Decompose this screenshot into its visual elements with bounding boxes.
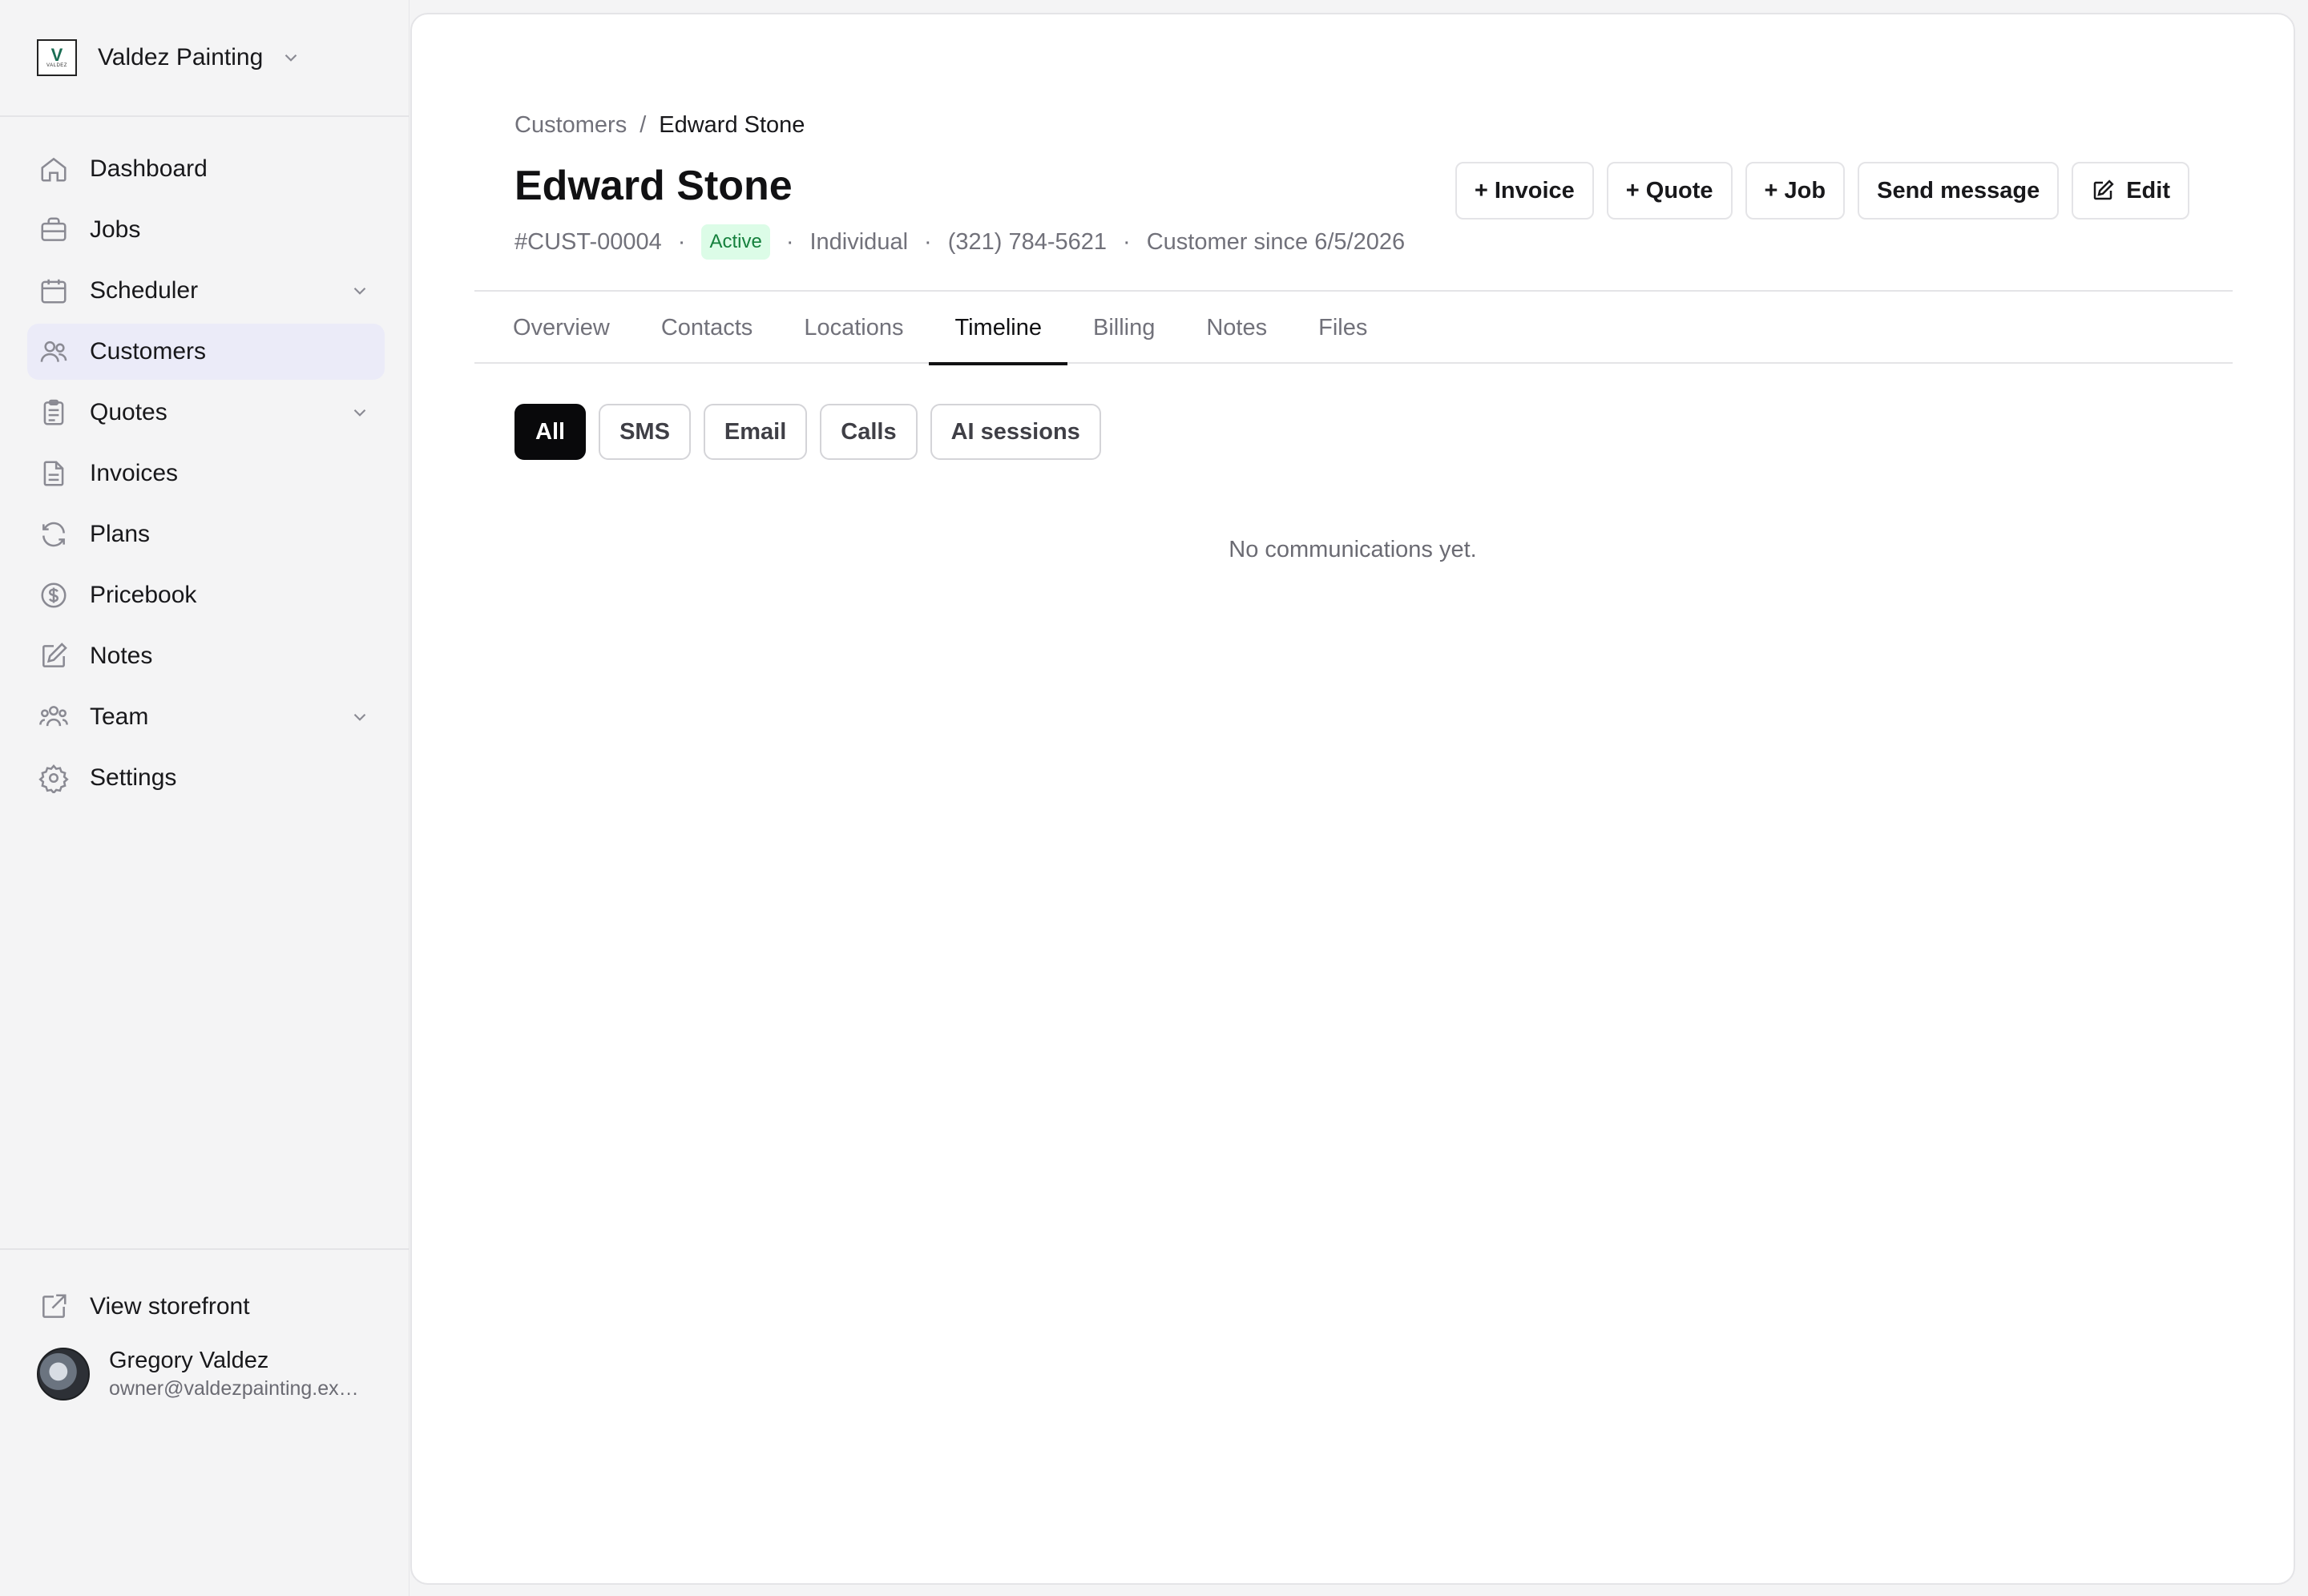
edit-icon: [38, 641, 69, 671]
chevron-down-icon: [353, 713, 366, 721]
timeline-empty-state: No communications yet.: [1229, 537, 1477, 562]
refresh-icon: [38, 519, 69, 550]
customer-tabs: Overview Contacts Locations Timeline Bil…: [474, 290, 2233, 365]
sidebar-item-label: Notes: [90, 643, 153, 669]
header-actions: + Invoice + Quote + Job Send message Edi…: [1442, 162, 2189, 220]
sidebar-item-label: Jobs: [90, 216, 141, 243]
users-icon: [38, 337, 69, 367]
add-job-button[interactable]: + Job: [1745, 162, 1846, 220]
page-title: Edward Stone: [514, 163, 793, 209]
sidebar-nav: Dashboard Jobs Scheduler Customers Quote…: [27, 141, 385, 811]
sidebar-item-label: Settings: [90, 764, 177, 791]
sidebar-item-invoices[interactable]: Invoices: [27, 445, 385, 502]
tab-notes[interactable]: Notes: [1180, 292, 1293, 364]
user-email: owner@valdezpainting.example.com: [109, 1377, 367, 1400]
sidebar-item-label: Dashboard: [90, 155, 208, 182]
org-logo: V VALDEZ: [37, 39, 77, 76]
meta-separator: ·: [924, 228, 932, 255]
meta-separator: ·: [677, 228, 686, 255]
meta-separator: ·: [1123, 228, 1131, 255]
org-logo-letter: V: [50, 45, 63, 65]
meta-separator: ·: [785, 228, 794, 255]
user-name: Gregory Valdez: [109, 1348, 269, 1373]
view-storefront-link[interactable]: View storefront: [27, 1279, 385, 1335]
sidebar-item-quotes[interactable]: Quotes: [27, 385, 385, 441]
sidebar-footer: View storefront Gregory Valdez owner@val…: [0, 1248, 410, 1596]
tab-overview[interactable]: Overview: [487, 292, 636, 364]
edit-button-label: Edit: [2126, 177, 2170, 204]
sidebar-item-notes[interactable]: Notes: [27, 628, 385, 684]
sidebar-item-label: Customers: [90, 338, 207, 365]
calendar-icon: [38, 276, 69, 306]
customer-meta: #CUST-00004 · Active · Individual · (321…: [514, 224, 1405, 260]
sidebar-item-label: Invoices: [90, 460, 179, 486]
status-badge: Active: [701, 224, 770, 260]
view-storefront-label: View storefront: [90, 1293, 250, 1320]
home-icon: [38, 154, 69, 184]
tab-billing[interactable]: Billing: [1067, 292, 1180, 364]
sidebar-item-label: Pricebook: [90, 582, 197, 608]
sidebar-item-scheduler[interactable]: Scheduler: [27, 263, 385, 319]
tab-files[interactable]: Files: [1293, 292, 1393, 364]
breadcrumb-current: Edward Stone: [659, 112, 805, 138]
chevron-down-icon: [284, 54, 297, 62]
sidebar-item-team[interactable]: Team: [27, 689, 385, 745]
breadcrumb-separator: /: [640, 112, 647, 138]
chevron-down-icon: [353, 409, 366, 417]
user-profile[interactable]: Gregory Valdez owner@valdezpainting.exam…: [37, 1348, 367, 1401]
filter-sms[interactable]: SMS: [599, 404, 691, 460]
tab-contacts[interactable]: Contacts: [636, 292, 778, 364]
team-icon: [38, 702, 69, 732]
sidebar-item-jobs[interactable]: Jobs: [27, 202, 385, 258]
document-icon: [38, 458, 69, 489]
main-panel: Customers / Edward Stone Edward Stone #C…: [410, 13, 2295, 1585]
filter-all[interactable]: All: [514, 404, 587, 460]
filter-calls[interactable]: Calls: [820, 404, 918, 460]
org-name: Valdez Painting: [98, 44, 264, 71]
customer-type: Individual: [809, 228, 909, 255]
external-link-icon: [38, 1292, 69, 1322]
sidebar-item-label: Quotes: [90, 399, 167, 425]
sidebar-item-label: Team: [90, 703, 149, 730]
timeline-filters: All SMS Email Calls AI sessions: [514, 404, 1114, 460]
sidebar-item-dashboard[interactable]: Dashboard: [27, 141, 385, 197]
customer-since: Customer since 6/5/2026: [1146, 228, 1406, 255]
gear-icon: [38, 763, 69, 793]
sidebar: V VALDEZ Valdez Painting Dashboard Jobs …: [0, 0, 410, 1596]
tab-timeline[interactable]: Timeline: [929, 292, 1067, 365]
filter-ai-sessions[interactable]: AI sessions: [930, 404, 1101, 460]
edit-icon: [2093, 179, 2114, 200]
breadcrumb: Customers / Edward Stone: [514, 112, 805, 139]
chevron-down-icon: [353, 287, 366, 295]
sidebar-item-label: Scheduler: [90, 277, 199, 304]
breadcrumb-customers-link[interactable]: Customers: [514, 112, 627, 139]
customer-phone: (321) 784-5621: [947, 228, 1108, 255]
sidebar-item-customers[interactable]: Customers: [27, 324, 385, 380]
send-message-button[interactable]: Send message: [1858, 162, 2060, 220]
edit-button[interactable]: Edit: [2072, 162, 2189, 220]
sidebar-item-plans[interactable]: Plans: [27, 506, 385, 562]
org-logo-text: VALDEZ: [46, 63, 67, 68]
dollar-circle-icon: [38, 580, 69, 611]
sidebar-item-settings[interactable]: Settings: [27, 750, 385, 806]
add-quote-button[interactable]: + Quote: [1606, 162, 1733, 220]
tab-locations[interactable]: Locations: [778, 292, 929, 364]
org-switcher[interactable]: V VALDEZ Valdez Painting: [0, 0, 410, 117]
filter-email[interactable]: Email: [703, 404, 808, 460]
briefcase-icon: [38, 215, 69, 245]
avatar: [37, 1348, 90, 1401]
sidebar-item-label: Plans: [90, 521, 151, 547]
customer-id: #CUST-00004: [514, 228, 662, 255]
add-invoice-button[interactable]: + Invoice: [1455, 162, 1594, 220]
sidebar-item-pricebook[interactable]: Pricebook: [27, 567, 385, 623]
clipboard-icon: [38, 397, 69, 428]
